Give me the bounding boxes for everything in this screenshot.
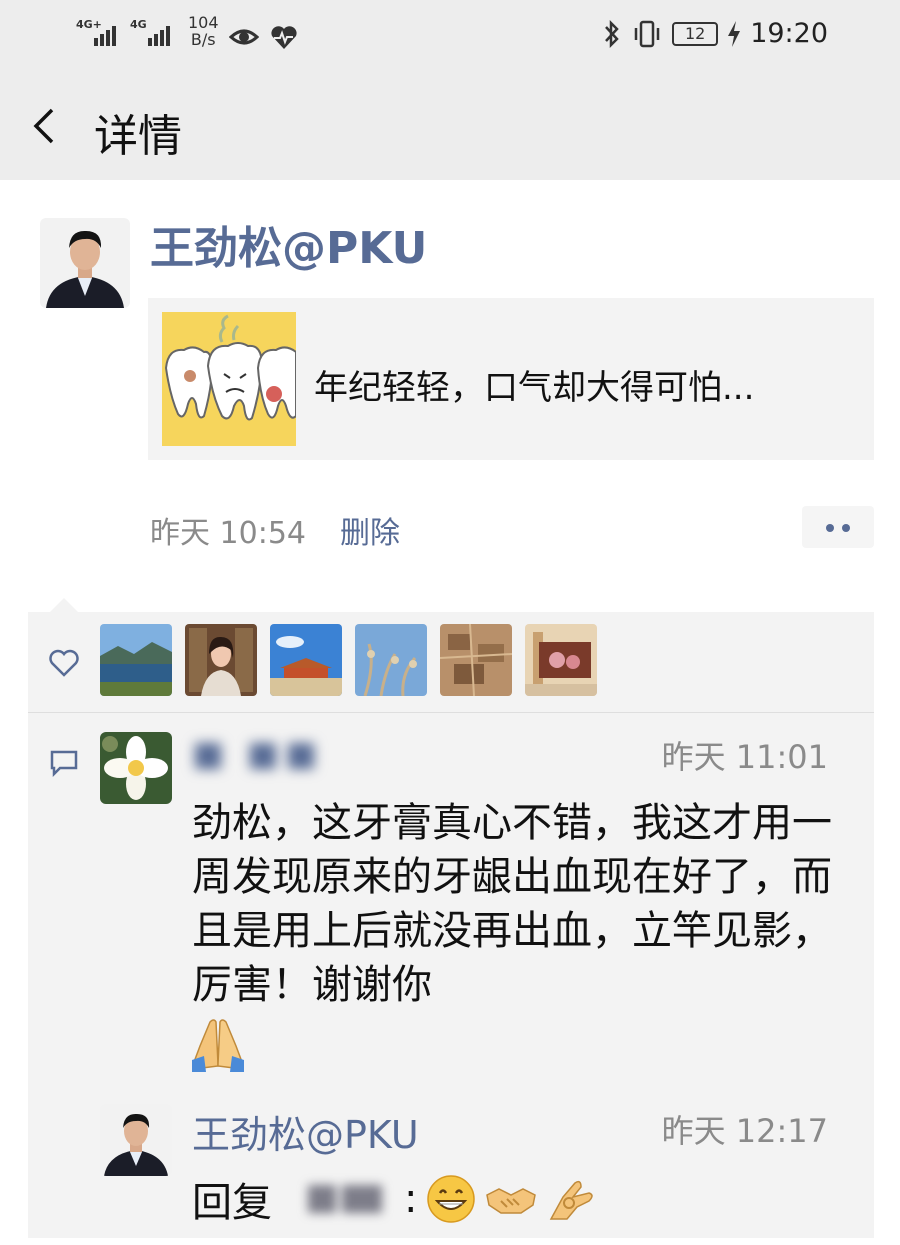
delete-button[interactable]: 删除 xyxy=(340,508,400,552)
liker-avatar[interactable] xyxy=(185,624,257,696)
charging-icon xyxy=(728,20,741,47)
nav-bar: 详情 xyxy=(0,72,900,180)
liker-avatar[interactable] xyxy=(100,624,172,696)
post-timestamp: 昨天 10:54 xyxy=(150,516,306,551)
eye-icon xyxy=(228,29,259,45)
author-avatar[interactable] xyxy=(40,218,130,308)
ok-hand-emoji-icon xyxy=(550,1180,594,1220)
heart-icon xyxy=(49,649,79,677)
dot-icon xyxy=(842,524,850,532)
reply-text: 回复 : xyxy=(192,1170,597,1228)
heart-rate-icon xyxy=(270,26,297,49)
clock: 19:20 xyxy=(750,18,828,49)
comment-icon xyxy=(50,750,78,778)
liker-avatar[interactable] xyxy=(525,624,597,696)
folded-hands-emoji-icon xyxy=(192,1019,244,1072)
comment-timestamp: 昨天 11:01 xyxy=(661,738,828,776)
replier-name[interactable]: 王劲松@PKU xyxy=(192,1104,419,1159)
handshake-emoji-icon xyxy=(486,1188,537,1214)
battery-icon: 12 xyxy=(672,21,719,46)
dot-icon xyxy=(826,524,834,532)
vibrate-icon xyxy=(634,20,660,47)
likers-list xyxy=(100,624,597,696)
link-thumbnail xyxy=(162,312,296,446)
comment-text: 劲松，这牙膏真心不错，我这才用一周发现原来的牙龈出血现在好了，而且是用上后就没再… xyxy=(192,800,832,1008)
liker-avatar[interactable] xyxy=(440,624,512,696)
network-speed: 104 B/s xyxy=(188,13,219,49)
replier-avatar[interactable] xyxy=(100,1104,172,1176)
page-title: 详情 xyxy=(94,111,182,162)
reply-timestamp: 昨天 12:17 xyxy=(661,1112,828,1150)
bluetooth-icon xyxy=(605,19,619,48)
grinning-emoji-icon xyxy=(427,1175,476,1223)
panel-arrow xyxy=(50,598,78,612)
back-arrow-icon[interactable] xyxy=(30,106,60,146)
shared-link-card[interactable]: 年纪轻轻，口气却大得可怕... xyxy=(148,298,874,460)
link-title: 年纪轻轻，口气却大得可怕... xyxy=(314,368,755,408)
more-options-button[interactable] xyxy=(802,506,874,548)
status-bar: 4G+ 4G 104 B/s 12 19:20 xyxy=(0,0,900,72)
signal-icon: 4G+ xyxy=(76,14,120,50)
reply-prefix: 回复 xyxy=(192,1180,272,1226)
commenter-name-blurred[interactable]: ■ ■■ xyxy=(192,734,323,774)
reply-colon: : xyxy=(404,1176,418,1222)
liker-avatar[interactable] xyxy=(355,624,427,696)
commenter-avatar[interactable] xyxy=(100,732,172,804)
signal-icon-2: 4G xyxy=(130,14,174,50)
liker-avatar[interactable] xyxy=(270,624,342,696)
blurred-name xyxy=(278,1179,398,1219)
post-author-name[interactable]: 王劲松@PKU xyxy=(150,212,427,276)
divider xyxy=(28,712,874,713)
